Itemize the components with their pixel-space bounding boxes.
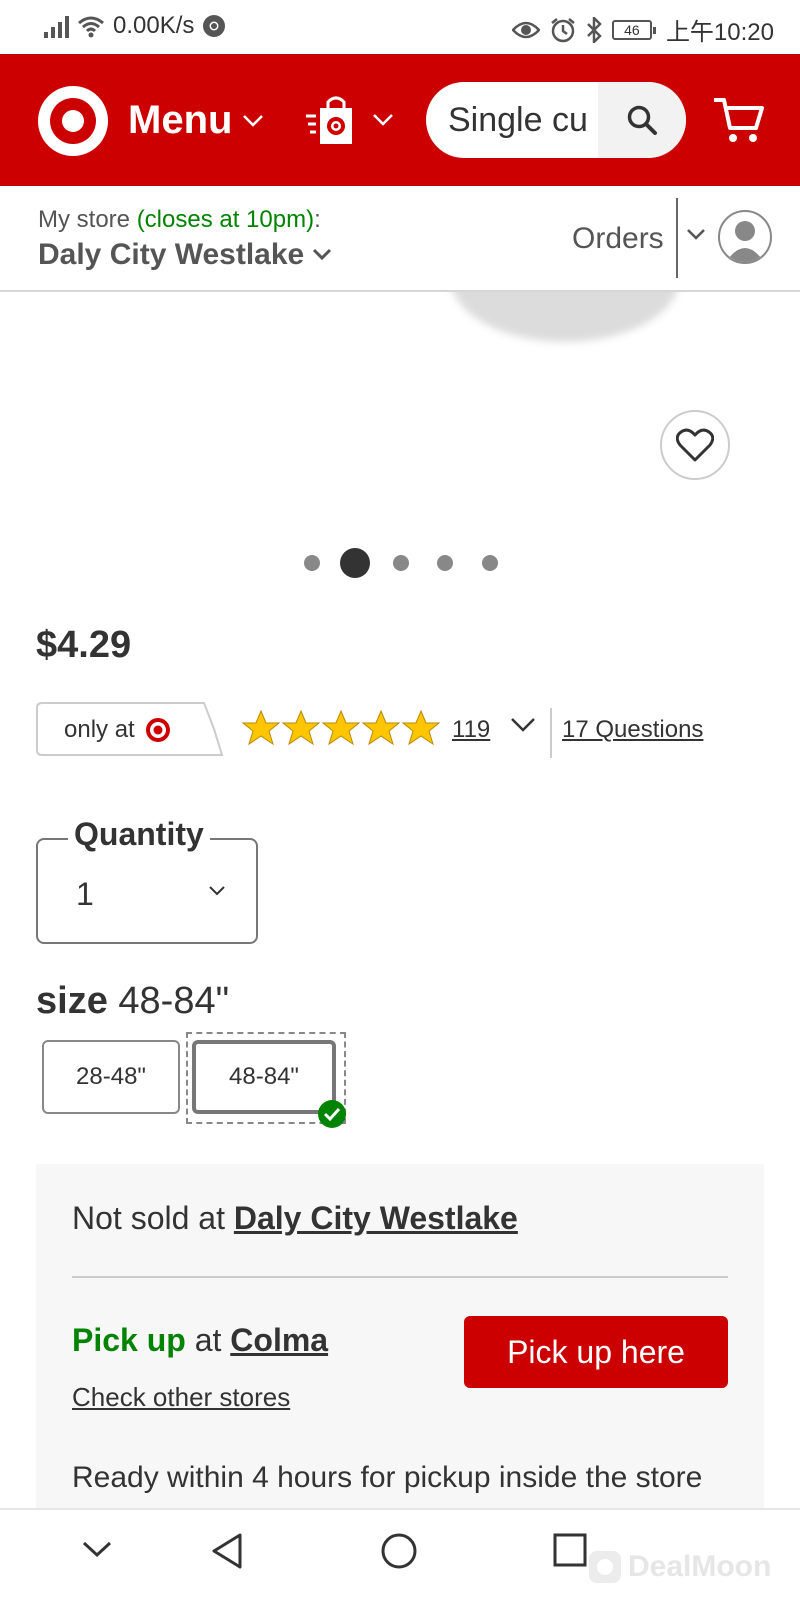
recents-square-icon (553, 1533, 587, 1567)
quantity-label: Quantity (68, 816, 210, 853)
home-circle-icon (381, 1533, 417, 1569)
battery-icon: 46 (611, 19, 656, 40)
divider (550, 708, 552, 758)
search-button[interactable] (598, 82, 686, 158)
divider (72, 1276, 728, 1278)
reviews-toggle[interactable] (510, 716, 536, 739)
size-label: size (36, 980, 108, 1022)
back-triangle-icon (212, 1533, 242, 1569)
system-nav-bar: DealMoon (0, 1508, 800, 1600)
watermark: DealMoon (588, 1550, 771, 1584)
search-box (426, 82, 686, 158)
menu-button[interactable]: Menu (128, 98, 264, 143)
target-logo-icon[interactable] (38, 86, 108, 156)
orders-link[interactable]: Orders (572, 222, 664, 256)
star-icon (282, 710, 320, 746)
my-store-label: My store (38, 206, 131, 233)
favorite-button[interactable] (660, 410, 730, 480)
check-icon (318, 1100, 346, 1128)
cart-button[interactable] (712, 94, 764, 149)
image-carousel-dots (0, 548, 800, 578)
size-heading: size 48-84" (36, 980, 229, 1023)
store-hours: (closes at 10pm) (136, 206, 315, 233)
top-header: Menu (0, 54, 800, 186)
fast-bag-icon (306, 96, 352, 144)
chevron-down-icon (373, 114, 393, 126)
star-icon (242, 710, 280, 746)
chevron-down-icon (209, 886, 225, 896)
rating-stars[interactable] (242, 710, 440, 746)
ready-message: Ready within 4 hours for pickup inside t… (72, 1461, 703, 1494)
home-button[interactable] (380, 1532, 418, 1575)
account-menu-toggle[interactable] (686, 228, 706, 247)
net-speed: 0.00K/s (113, 12, 195, 39)
signal-icon (44, 14, 69, 38)
carousel-dot[interactable] (304, 555, 320, 571)
price: $4.29 (36, 624, 132, 666)
my-store-line: My store (closes at 10pm): (38, 206, 321, 234)
only-at-badge: only at (36, 702, 224, 756)
review-count-link[interactable]: 119 (452, 716, 490, 744)
chevron-down-icon (511, 718, 535, 732)
recents-button[interactable] (552, 1532, 588, 1573)
watermark-text: DealMoon (628, 1550, 772, 1583)
user-icon (726, 221, 764, 262)
eye-icon (511, 21, 540, 38)
only-at-label: only at (64, 716, 135, 743)
star-icon (362, 710, 400, 746)
not-sold-message: Not sold at Daly City Westlake (72, 1200, 518, 1237)
pickup-at: at (194, 1322, 222, 1358)
quantity-select[interactable]: 1 (36, 838, 258, 944)
my-store-colon: : (314, 206, 321, 233)
check-other-stores-link[interactable]: Check other stores (72, 1382, 290, 1413)
shopping-bag-button[interactable] (306, 94, 394, 146)
clock: 上午10:20 (665, 19, 774, 46)
chrome-icon (203, 15, 226, 37)
pickup-store-link[interactable]: Colma (230, 1322, 328, 1358)
bluetooth-icon (587, 16, 602, 43)
not-sold-prefix: Not sold at (72, 1200, 225, 1236)
carousel-dot-active[interactable] (340, 548, 370, 578)
pickup-line: Pick up at Colma (72, 1322, 328, 1359)
store-bar: My store (closes at 10pm): Daly City Wes… (0, 186, 800, 292)
wifi-icon (78, 16, 104, 38)
size-option[interactable]: 28-48" (42, 1040, 180, 1114)
pickup-label: Pick up (72, 1322, 186, 1358)
carousel-dot[interactable] (393, 555, 409, 571)
product-image-partial (450, 292, 680, 342)
divider (676, 198, 678, 278)
hide-keyboard-button[interactable] (82, 1540, 112, 1563)
cart-icon (714, 98, 764, 142)
menu-label: Menu (128, 98, 233, 142)
star-icon (322, 710, 360, 746)
chevron-down-icon (243, 114, 264, 127)
questions-link[interactable]: 17 Questions (562, 716, 703, 744)
chevron-down-icon (313, 248, 332, 261)
heart-icon (676, 428, 714, 462)
fulfillment-card: Not sold at Daly City Westlake Pick up a… (36, 1164, 764, 1564)
carousel-dot[interactable] (437, 555, 453, 571)
store-name: Daly City Westlake (38, 238, 305, 271)
back-button[interactable] (210, 1532, 244, 1575)
quantity-value: 1 (76, 876, 94, 912)
store-selector[interactable]: Daly City Westlake (38, 238, 332, 272)
search-icon (627, 105, 657, 135)
not-sold-store-link[interactable]: Daly City Westlake (234, 1200, 518, 1236)
size-option-selected[interactable]: 48-84" (192, 1040, 336, 1114)
dealmoon-logo-icon (589, 1551, 621, 1583)
carousel-dot[interactable] (482, 555, 498, 571)
chevron-down-icon (687, 229, 705, 240)
target-bullseye-icon (145, 718, 170, 742)
chevron-down-icon (82, 1541, 112, 1558)
status-bar: 0.00K/s 46 上午10:20 (0, 0, 800, 54)
star-icon (402, 710, 440, 746)
alarm-icon (551, 17, 575, 42)
size-selected-value: 48-84" (118, 980, 230, 1022)
search-input[interactable] (448, 98, 618, 142)
product-image[interactable] (0, 292, 800, 592)
pick-up-here-button[interactable]: Pick up here (464, 1316, 728, 1388)
account-avatar[interactable] (718, 210, 772, 264)
